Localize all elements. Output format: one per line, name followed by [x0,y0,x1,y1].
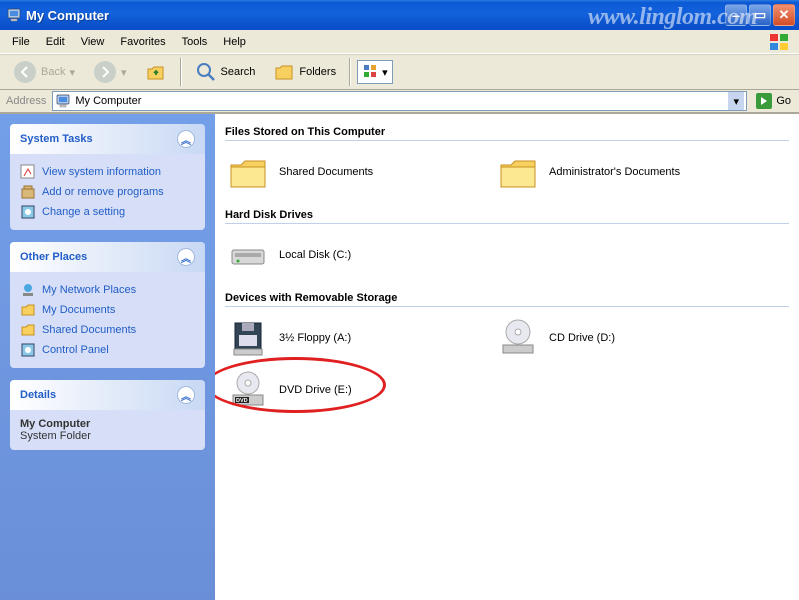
menu-tools[interactable]: Tools [174,33,216,51]
views-dropdown-icon: ▾ [382,66,388,79]
item-label: CD Drive (D:) [549,332,615,344]
details-box: Details ︽ My Computer System Folder [10,380,205,450]
folder-up-icon [145,61,167,83]
close-button[interactable]: ✕ [773,4,795,26]
section-rule [225,306,789,307]
my-computer-icon [6,7,22,23]
go-label: Go [776,95,791,107]
forward-icon [93,60,117,84]
item-label: Shared Documents [279,166,373,178]
network-places-link[interactable]: My Network Places [20,280,195,300]
drive-item-dvd[interactable]: DVD DVD Drive (E:) [225,367,475,413]
toolbar-separator [349,58,351,86]
control-panel-icon [20,342,36,358]
side-panel: System Tasks ︽ View system information A… [0,114,215,600]
control-panel-link[interactable]: Control Panel [20,340,195,360]
address-value: My Computer [75,95,724,107]
network-icon [20,282,36,298]
collapse-icon: ︽ [177,386,195,404]
views-icon [362,63,380,81]
folders-label: Folders [299,66,336,78]
collapse-icon: ︽ [177,130,195,148]
item-label: 3½ Floppy (A:) [279,332,351,344]
section-rule [225,140,789,141]
info-icon [20,164,36,180]
item-label: Administrator's Documents [549,166,680,178]
folder-item-admin-documents[interactable]: Administrator's Documents [495,149,745,195]
go-icon [755,92,773,110]
minimize-button[interactable]: ‒ [725,4,747,26]
menu-help[interactable]: Help [215,33,254,51]
my-computer-icon [55,93,71,109]
folder-icon [20,302,36,318]
svg-text:DVD: DVD [236,398,248,404]
drive-item-local-disk[interactable]: Local Disk (C:) [225,232,475,278]
settings-icon [20,204,36,220]
cd-drive-icon [497,317,539,359]
item-label: DVD Drive (E:) [279,384,352,396]
collapse-icon: ︽ [177,248,195,266]
forward-dropdown-icon: ▾ [121,66,127,79]
maximize-button[interactable]: ▭ [749,4,771,26]
menubar: File Edit View Favorites Tools Help [0,30,799,54]
drive-item-floppy[interactable]: 3½ Floppy (A:) [225,315,475,361]
system-tasks-box: System Tasks ︽ View system information A… [10,124,205,230]
toolbar: Back ▾ ▾ Search Folders ▾ [0,54,799,90]
details-title: Details [20,389,56,401]
item-label: Local Disk (C:) [279,249,351,261]
shared-documents-link[interactable]: Shared Documents [20,320,195,340]
change-setting-link[interactable]: Change a setting [20,202,195,222]
other-places-title: Other Places [20,251,87,263]
menu-file[interactable]: File [4,33,38,51]
address-dropdown[interactable]: ▾ [728,92,744,110]
windows-flag-icon [767,32,795,52]
my-documents-link[interactable]: My Documents [20,300,195,320]
view-system-info-link[interactable]: View system information [20,162,195,182]
programs-icon [20,184,36,200]
floppy-icon [227,317,269,359]
up-button[interactable] [138,58,174,86]
folder-item-shared-documents[interactable]: Shared Documents [225,149,475,195]
section-header: Devices with Removable Storage [225,292,789,304]
search-button[interactable]: Search [188,58,263,86]
menu-edit[interactable]: Edit [38,33,73,51]
back-label: Back [41,66,65,78]
other-places-box: Other Places ︽ My Network Places My Docu… [10,242,205,368]
search-label: Search [221,66,256,78]
folders-button[interactable]: Folders [266,58,343,86]
add-remove-programs-link[interactable]: Add or remove programs [20,182,195,202]
go-button[interactable]: Go [751,91,795,111]
search-icon [195,61,217,83]
address-label: Address [4,95,48,107]
views-button[interactable]: ▾ [357,60,393,84]
back-icon [13,60,37,84]
dvd-drive-icon: DVD [227,369,269,411]
other-places-header[interactable]: Other Places ︽ [10,242,205,272]
drive-item-cd[interactable]: CD Drive (D:) [495,315,745,361]
menu-favorites[interactable]: Favorites [112,33,173,51]
address-field[interactable]: My Computer ▾ [52,91,747,111]
back-dropdown-icon: ▾ [69,66,75,79]
hdd-icon [227,234,269,276]
folder-icon [20,322,36,338]
folders-icon [273,61,295,83]
titlebar: My Computer ‒ ▭ ✕ www.linglom.com [0,0,799,30]
content-area: Files Stored on This Computer Shared Doc… [215,114,799,600]
section-header: Hard Disk Drives [225,209,789,221]
address-bar: Address My Computer ▾ Go [0,90,799,114]
folder-icon [227,151,269,193]
section-rule [225,223,789,224]
window-title: My Computer [26,8,723,23]
back-button[interactable]: Back ▾ [6,57,82,87]
menu-view[interactable]: View [73,33,113,51]
details-header[interactable]: Details ︽ [10,380,205,410]
details-type: System Folder [20,430,195,442]
forward-button[interactable]: ▾ [86,57,134,87]
toolbar-separator [180,58,182,86]
folder-icon [497,151,539,193]
system-tasks-header[interactable]: System Tasks ︽ [10,124,205,154]
details-name: My Computer [20,418,195,430]
section-header: Files Stored on This Computer [225,126,789,138]
system-tasks-title: System Tasks [20,133,93,145]
